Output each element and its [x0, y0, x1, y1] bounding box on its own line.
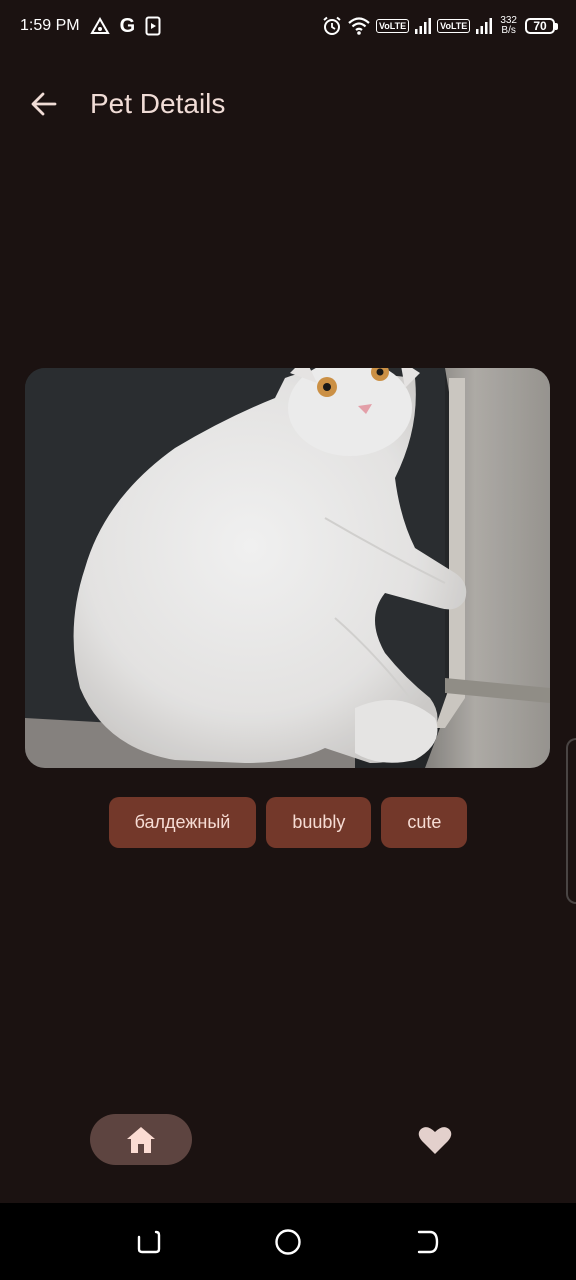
wifi-icon [348, 17, 370, 35]
battery-tip [555, 22, 558, 30]
tag-chip[interactable]: балдежный [108, 797, 257, 848]
battery-level: 70 [525, 18, 555, 34]
network-speed: 332 B/s [500, 16, 517, 36]
pet-photo [25, 368, 550, 768]
back-button[interactable] [20, 80, 68, 128]
top-app-bar: Pet Details [0, 64, 576, 144]
volte-badge: VoLTE [375, 19, 410, 33]
triangle-icon [89, 17, 110, 35]
arrow-back-icon [31, 92, 57, 116]
edge-panel-handle[interactable] [566, 738, 576, 904]
bottom-navigation [0, 1100, 576, 1180]
network-speed-unit: B/s [501, 25, 516, 36]
pet-tags: балдежный buubly cute [0, 797, 576, 848]
back-icon [417, 1230, 439, 1254]
status-bar: 1:59 PM G VoLTE VoLTE 332 B/s 70 [0, 0, 576, 52]
nav-home-button[interactable] [90, 1114, 192, 1165]
system-navigation-bar [0, 1203, 576, 1280]
status-bar-left: 1:59 PM G [20, 15, 161, 38]
system-home-button[interactable] [271, 1225, 305, 1259]
recents-icon [137, 1230, 161, 1254]
white-cat-photo [25, 368, 550, 768]
home-circle-icon [275, 1229, 301, 1255]
heart-icon [418, 1126, 452, 1154]
home-icon [127, 1126, 155, 1153]
battery-icon: 70 [525, 18, 558, 34]
page-title: Pet Details [90, 88, 226, 119]
volte-badge: VoLTE [437, 19, 471, 33]
google-icon: G [119, 14, 136, 37]
status-bar-right: VoLTE VoLTE 332 B/s 70 [322, 16, 558, 36]
nav-favorites-button[interactable] [410, 1114, 460, 1165]
status-time: 1:59 PM [20, 17, 80, 34]
tag-chip[interactable]: cute [381, 797, 468, 848]
system-back-button[interactable] [410, 1225, 444, 1259]
signal-icon [476, 18, 493, 34]
alarm-icon [322, 16, 342, 36]
signal-icon [415, 18, 432, 34]
media-icon [145, 16, 161, 36]
recents-button[interactable] [132, 1225, 166, 1259]
tag-chip[interactable]: buubly [266, 797, 372, 848]
